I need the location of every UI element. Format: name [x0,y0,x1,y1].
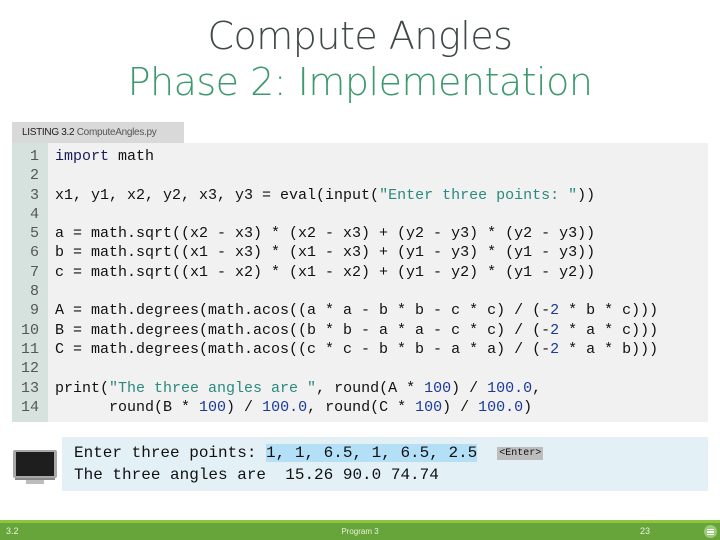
line-number: 12 [20,360,39,378]
menu-icon[interactable] [704,525,717,538]
code-line: 13 print("The three angles are ", round(A… [12,379,708,398]
keyword-token: import [55,148,110,165]
page-number: 23 [640,526,651,536]
code-text: round(B * 100) / 100.0, round(C * 100) /… [55,398,532,417]
code-line: 7 c = math.sqrt((x1 - x2) * (x1 - x2) + (… [12,263,708,282]
line-number: 5 [29,225,39,243]
code-listing: 1 import math 2 3 x1, y1, x2, y2, x3, y3 = e… [12,143,708,422]
line-number: 7 [29,263,39,281]
code-token: * a * b))) [559,340,659,358]
number-token: 100 [415,398,443,416]
listing-filename: ComputeAngles.py [76,127,157,138]
listing-number: LISTING 3.2 [22,127,75,138]
code-line: 8 [12,282,708,301]
code-line: 2 [12,166,708,185]
code-line: 5 a = math.sqrt((x2 - x3) * (x2 - x3) + (… [12,224,708,243]
output-line-2: The three angles are 15.26 90.0 74.74 [74,466,439,484]
code-token: round(B * [55,398,200,416]
line-number: 13 [20,379,39,397]
monitor-icon [13,450,57,484]
code-text: B = math.degrees(math.acos((b * b - a * … [55,321,658,340]
code-text: import math [55,147,154,166]
code-token: * b * c))) [559,302,659,320]
code-line: 9 A = math.degrees(math.acos((a * a - b *… [12,301,708,320]
code-token: math [109,148,155,165]
code-token: ) / [451,379,488,397]
code-token: , [532,379,542,397]
number-token: 100.0 [262,398,308,416]
line-number: 10 [20,321,39,339]
code-text: c = math.sqrt((x1 - x2) * (x1 - x2) + (y… [55,263,595,282]
line-number: 2 [29,167,39,185]
code-line: 1 import math [12,147,708,166]
number-token: 2 [550,302,560,320]
code-line: 3 x1, y1, x2, y2, x3, y3 = eval(input("En… [12,186,708,205]
code-token: x1, y1, x2, y2, x3, y3 = eval(input( [55,186,380,204]
line-number: 3 [29,186,39,204]
code-token: )) [577,186,596,204]
user-input: 1, 1, 6.5, 1, 6.5, 2.5 [266,444,478,462]
number-token: 100.0 [487,379,533,397]
code-token: ) [523,398,533,416]
code-lines: 1 import math 2 3 x1, y1, x2, y2, x3, y3 = e… [12,147,708,417]
line-number: 11 [20,340,39,358]
enter-key-label: <Enter> [497,447,544,460]
code-token: A = math.degrees(math.acos((a * a - b * … [55,302,551,320]
code-text: a = math.sqrt((x2 - x3) * (x2 - x3) + (y… [55,224,595,243]
code-token: * a * c))) [559,321,659,339]
code-text: A = math.degrees(math.acos((a * a - b * … [55,301,658,320]
code-token: , round(A * [316,379,425,397]
code-token: ) / [442,398,479,416]
number-token: 2 [550,340,560,358]
number-token: 100.0 [478,398,524,416]
code-token: a = math.sqrt((x2 - x3) * (x2 - x3) + (y… [55,225,596,243]
code-line: 4 [12,205,708,224]
code-line: 10 B = math.degrees(math.acos((b * b - a … [12,321,708,340]
code-text: b = math.sqrt((x1 - x3) * (x1 - x3) + (y… [55,243,595,262]
footer-bar: 3.2 Program 3 23 [0,520,720,540]
console-output: Enter three points: 1, 1, 6.5, 1, 6.5, 2… [62,437,708,491]
code-token: C = math.degrees(math.acos((c * c - b * … [55,340,551,358]
number-token: 100 [199,398,227,416]
code-token: c = math.sqrt((x1 - x2) * (x1 - x2) + (y… [55,263,596,281]
slide-title: Compute Angles [207,14,513,58]
code-token: b = math.sqrt((x1 - x3) * (x1 - x3) + (y… [55,244,596,262]
code-token: print( [55,379,110,397]
code-text: C = math.degrees(math.acos((c * c - b * … [55,340,658,359]
string-token: "Enter three points: " [379,186,578,204]
code-text: x1, y1, x2, y2, x3, y3 = eval(input("Ent… [55,186,595,205]
footer-title: Program 3 [341,527,379,536]
number-token: 100 [424,379,452,397]
output-line-1: Enter three points: 1, 1, 6.5, 1, 6.5, 2… [74,444,544,462]
line-number: 1 [29,148,39,165]
string-token: "The three angles are " [109,379,317,397]
code-token: , round(C * [307,398,416,416]
code-line: 12 [12,359,708,378]
code-line: 14 round(B * 100) / 100.0, round(C * 100… [12,398,708,417]
line-number: 14 [20,398,39,416]
line-number: 4 [29,205,39,223]
code-line: 11 C = math.degrees(math.acos((c * c - b … [12,340,708,359]
code-token: ) / [226,398,263,416]
code-token: B = math.degrees(math.acos((b * b - a * … [55,321,551,339]
code-text: print("The three angles are ", round(A *… [55,379,541,398]
number-token: 2 [550,321,560,339]
listing-label: LISTING 3.2 ComputeAngles.py [12,122,184,143]
line-number: 8 [29,283,39,301]
line-number: 6 [29,244,39,262]
output-prompt: Enter three points: [74,444,267,462]
slide-subtitle: Phase 2: Implementation [127,60,593,104]
line-number: 9 [29,302,39,320]
code-line: 6 b = math.sqrt((x1 - x3) * (x1 - x3) + (… [12,243,708,262]
